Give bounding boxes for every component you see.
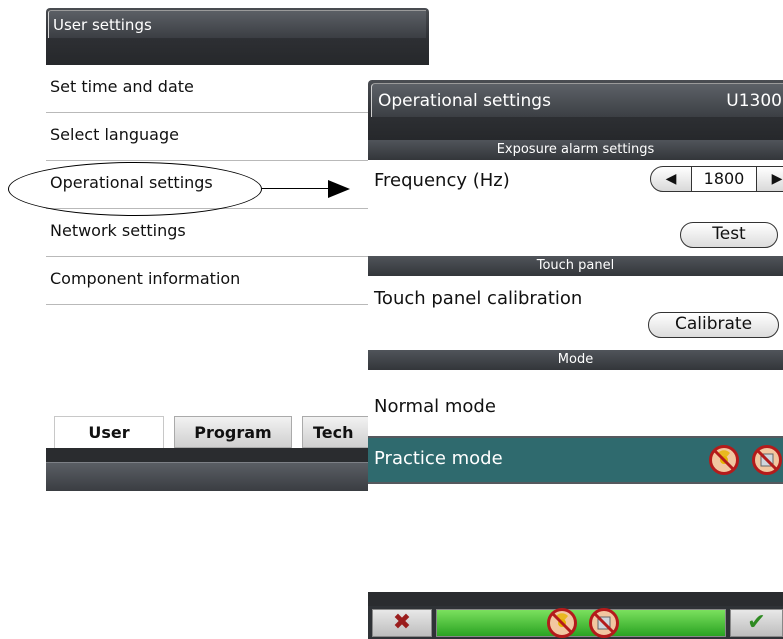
frequency-value: 1800 — [692, 166, 756, 192]
no-radiation-icon — [709, 445, 739, 475]
triangle-right-icon: ▶ — [771, 171, 783, 187]
user-settings-title: User settings — [48, 10, 426, 38]
operational-settings-title-text: Operational settings — [378, 91, 551, 111]
frequency-label: Frequency (Hz) — [374, 170, 510, 191]
frequency-spinner: ◀ 1800 ▶ — [650, 166, 783, 194]
operational-settings-screen: Operational settings U1300 Exposure alar… — [368, 80, 783, 639]
normal-mode-option[interactable]: Normal mode — [374, 396, 496, 417]
no-image-icon — [752, 445, 782, 475]
cross-icon: ✖ — [392, 610, 412, 635]
no-image-icon — [589, 608, 619, 638]
section-exposure-alarm: Exposure alarm settings — [368, 140, 783, 160]
practice-mode-label: Practice mode — [374, 448, 503, 469]
footer-bar — [368, 592, 783, 606]
ok-button[interactable]: ✔ — [730, 609, 783, 637]
triangle-left-icon: ◀ — [665, 171, 677, 187]
user-settings-header: User settings — [46, 8, 429, 65]
check-icon: ✔ — [747, 610, 766, 635]
tab-user[interactable]: User — [54, 416, 164, 448]
unit-code: U1300 — [726, 91, 782, 111]
test-button[interactable]: Test — [680, 222, 778, 248]
frequency-decrease-button[interactable]: ◀ — [650, 166, 692, 192]
arrow-head-icon — [328, 180, 350, 198]
no-radiation-icon — [547, 608, 577, 638]
section-touch-panel: Touch panel — [368, 256, 783, 276]
footer-panel: ✖ ✔ — [368, 606, 783, 639]
operational-settings-header: Operational settings U1300 — [368, 80, 783, 140]
arrow-line — [262, 188, 336, 189]
calibrate-button[interactable]: Calibrate — [648, 312, 779, 338]
tab-program[interactable]: Program — [174, 416, 292, 448]
operational-settings-title: Operational settings U1300 — [371, 83, 783, 117]
cancel-button[interactable]: ✖ — [372, 609, 432, 637]
practice-status-bar — [436, 608, 726, 638]
touch-calibration-label: Touch panel calibration — [374, 288, 583, 309]
highlight-ellipse — [8, 162, 262, 216]
section-mode: Mode — [368, 350, 783, 370]
frequency-increase-button[interactable]: ▶ — [756, 166, 783, 192]
practice-mode-option[interactable]: Practice mode — [368, 436, 783, 484]
